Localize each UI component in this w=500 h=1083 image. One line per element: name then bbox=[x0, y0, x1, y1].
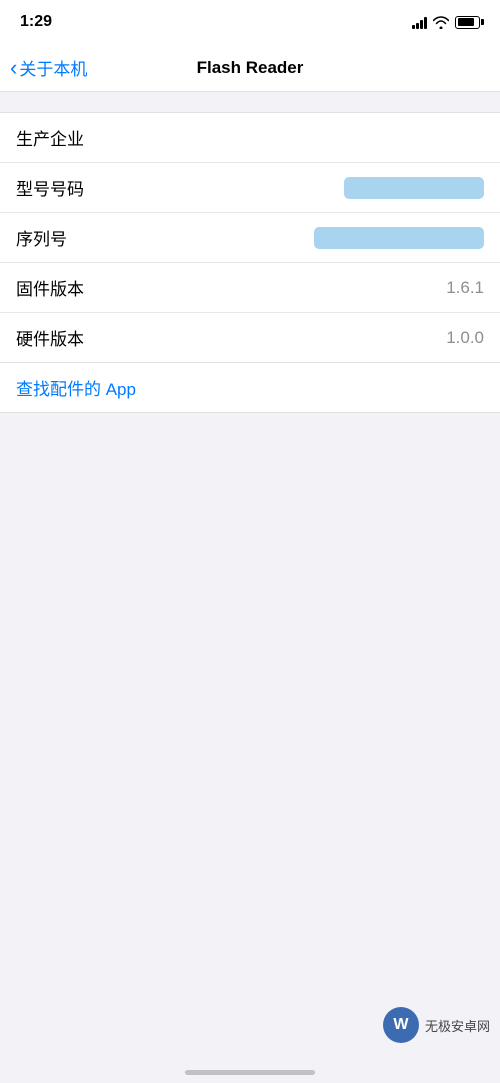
settings-list: 生产企业 型号号码 序列号 固件版本 1.6.1 硬件版本 1.0.0 bbox=[0, 112, 500, 363]
nav-back-label: 关于本机 bbox=[19, 55, 87, 80]
top-separator bbox=[0, 92, 500, 112]
nav-back-button[interactable]: ‹ 关于本机 bbox=[10, 55, 87, 80]
row-label-serial: 序列号 bbox=[16, 225, 67, 250]
row-label-manufacturer: 生产企业 bbox=[16, 125, 84, 150]
back-chevron-icon: ‹ bbox=[10, 57, 17, 79]
battery-icon bbox=[455, 16, 480, 29]
table-row: 生产企业 bbox=[0, 113, 500, 163]
nav-bar: ‹ 关于本机 Flash Reader bbox=[0, 44, 500, 92]
row-value-firmware: 1.6.1 bbox=[446, 278, 484, 298]
watermark-text: 无极安卓网 bbox=[425, 1016, 490, 1035]
table-row: 型号号码 bbox=[0, 163, 500, 213]
watermark-logo-text: W bbox=[393, 1016, 408, 1034]
row-label-firmware: 固件版本 bbox=[16, 275, 84, 300]
find-app-link-text[interactable]: 查找配件的 App bbox=[16, 375, 136, 400]
table-row: 固件版本 1.6.1 bbox=[0, 263, 500, 313]
row-label-model: 型号号码 bbox=[16, 175, 84, 200]
bottom-area bbox=[0, 413, 500, 913]
watermark-logo: W bbox=[383, 1007, 419, 1043]
row-value-model-redacted bbox=[344, 177, 484, 199]
watermark: W 无极安卓网 bbox=[383, 1007, 490, 1043]
status-bar: 1:29 bbox=[0, 0, 500, 44]
row-label-hardware: 硬件版本 bbox=[16, 325, 84, 350]
signal-icon bbox=[412, 15, 427, 29]
find-app-link-row[interactable]: 查找配件的 App bbox=[0, 363, 500, 413]
nav-title: Flash Reader bbox=[197, 58, 304, 78]
row-value-hardware: 1.0.0 bbox=[446, 328, 484, 348]
table-row: 序列号 bbox=[0, 213, 500, 263]
status-icons bbox=[412, 15, 480, 29]
wifi-icon bbox=[433, 16, 449, 29]
row-value-serial-redacted bbox=[314, 227, 484, 249]
table-row: 硬件版本 1.0.0 bbox=[0, 313, 500, 362]
status-time: 1:29 bbox=[20, 13, 52, 31]
home-indicator bbox=[185, 1070, 315, 1075]
